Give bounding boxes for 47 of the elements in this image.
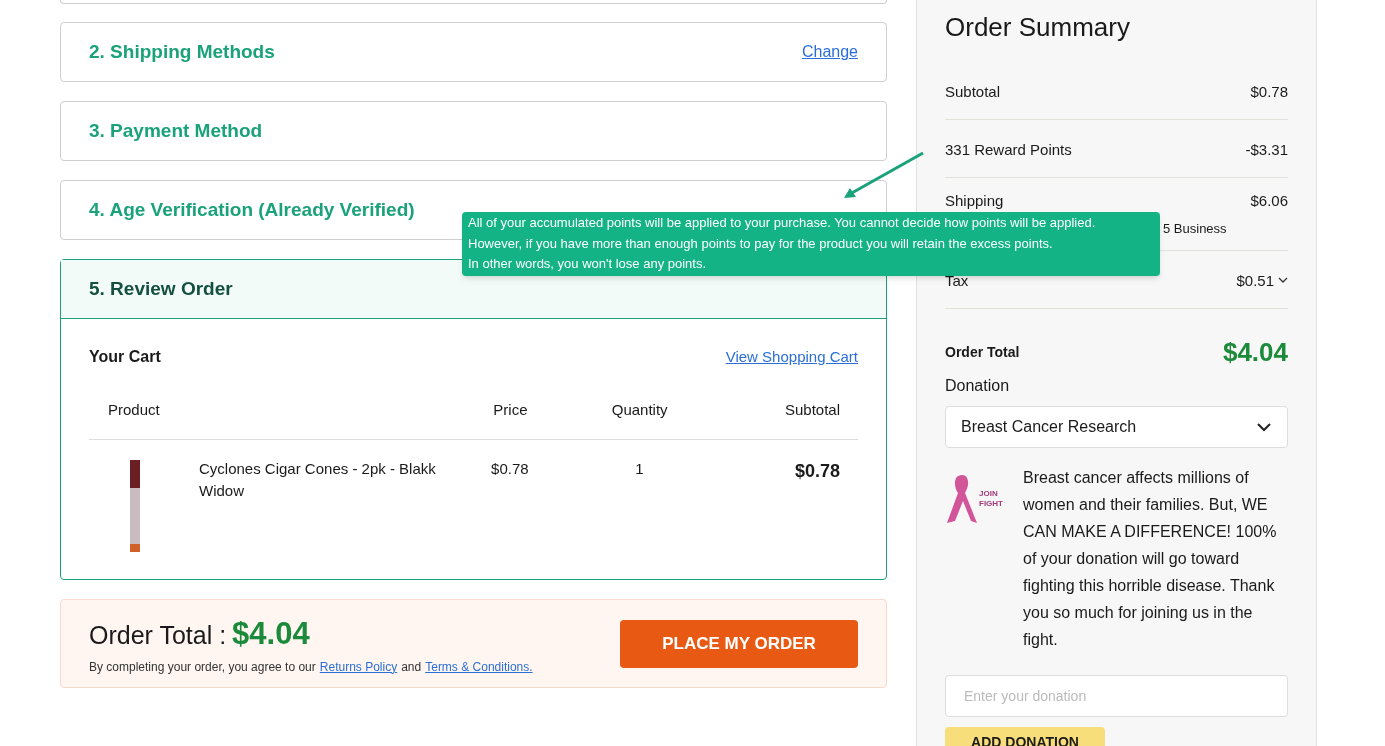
order-total-label: Order Total :: [89, 620, 227, 652]
summary-value: $0.78: [1250, 82, 1288, 102]
summary-value: $0.51: [1236, 271, 1274, 291]
column-header: Quantity: [610, 399, 669, 420]
change-link[interactable]: Change: [801, 40, 858, 64]
summary-label: Shipping: [945, 191, 1005, 211]
donation-description: Breast cancer affects millions of women and their families. But, WE CAN MAKE A DIFFERENCE! 100% of your donation will go toward fighting this horrible disease. Thank you so much for joining us in the fight.: [1023, 468, 1278, 650]
agreement-text: and: [401, 658, 422, 676]
tooltip-text: However, if you have more than enough points to pay for the product you will retain the excess points.: [468, 234, 1054, 253]
summary-total-value: $4.04: [1222, 336, 1288, 369]
summary-label: Tax: [945, 271, 969, 291]
chevron-down-icon: [1256, 422, 1272, 432]
summary-value: -$3.31: [1245, 140, 1288, 160]
terms-link[interactable]: Terms & Conditions.: [425, 657, 533, 676]
agreement-text: By completing your order, you agree to our: [89, 658, 316, 676]
place-order-button[interactable]: PLACE MY ORDER: [620, 619, 858, 668]
returns-link[interactable]: Returns Policy: [319, 657, 398, 676]
ribbon-text: FIGHT: [979, 499, 1003, 509]
donation-label: Donation: [945, 376, 1011, 396]
column-header: Subtotal: [783, 399, 841, 420]
ribbon-text: JOIN: [979, 489, 999, 499]
summary-value: $6.06: [1250, 191, 1288, 211]
step-title: 2. Shipping Methods: [89, 39, 275, 64]
tooltip-text: In other words, you won't lose any points.: [468, 255, 708, 273]
view-cart-link[interactable]: View Shopping Cart: [725, 345, 858, 369]
donation-input[interactable]: Enter your donation: [945, 675, 1288, 717]
quantity-cell-text: 1: [634, 459, 645, 479]
summary-label: 331 Reward Points: [945, 140, 1072, 160]
product-tube-icon: [128, 460, 142, 554]
product-name: Cyclones Cigar Cones - 2pk - Blakk Widow: [199, 459, 437, 501]
chevron-down-icon[interactable]: [1278, 275, 1288, 285]
column-header: Product: [107, 399, 161, 420]
add-donation-button[interactable]: ADD DONATION: [945, 727, 1105, 746]
shipping-detail: 5 Business: [1163, 219, 1227, 238]
summary-total-label: Order Total: [945, 343, 1020, 362]
cart-title: Your Cart: [89, 347, 161, 367]
donation-select[interactable]: Breast Cancer Research: [945, 406, 1288, 448]
review-title: 5. Review Order: [89, 276, 233, 301]
order-total-value: $4.04: [232, 615, 310, 654]
summary-title: Order Summary: [945, 11, 1131, 44]
tooltip-text: All of your accumulated points will be applied to your purchase. You cannot decide how points will be applied.: [468, 214, 1097, 232]
column-header: Price: [492, 399, 529, 420]
subtotal-cell-text: $0.78: [793, 460, 841, 483]
price-cell-text: $0.78: [490, 459, 530, 479]
step-title: 4. Age Verification (Already Verified): [89, 197, 415, 222]
summary-label: Subtotal: [945, 82, 1001, 102]
step-title: 3. Payment Method: [89, 118, 263, 143]
